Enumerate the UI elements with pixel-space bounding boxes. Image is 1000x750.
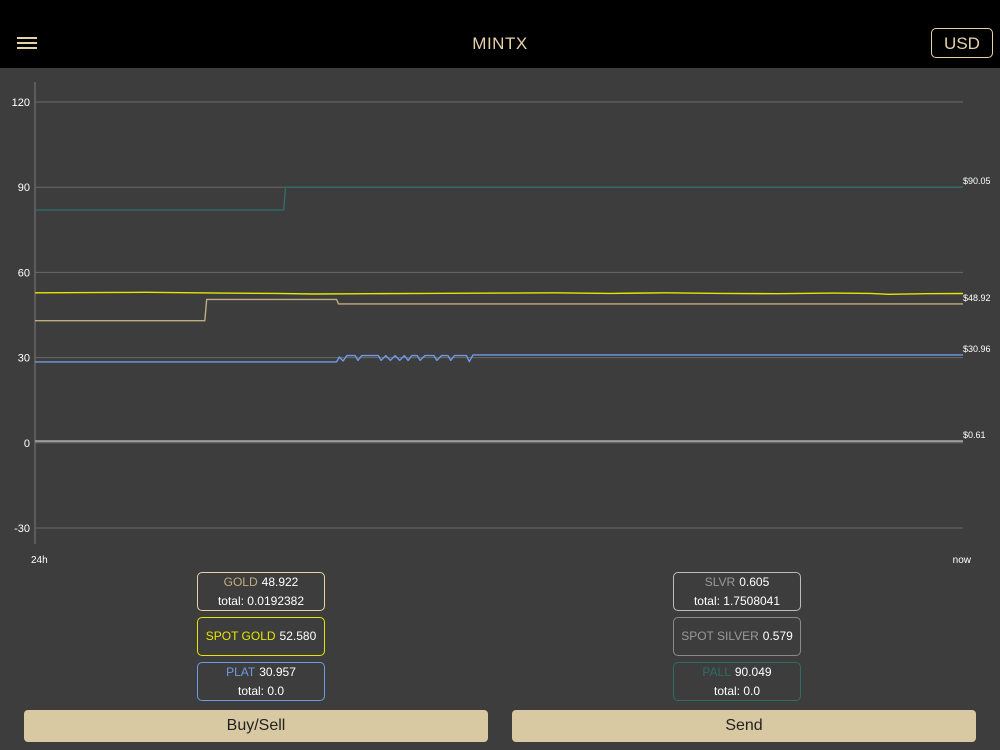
- buy-sell-button[interactable]: Buy/Sell: [24, 710, 488, 742]
- y-tick-label: -30: [14, 523, 30, 535]
- price-chart: -30 0 30 60 90 120 $90.05 $48.92 $30.96 $0.61 24h n…: [12, 82, 991, 566]
- slvr-total: total: 1.7508041: [693, 594, 781, 608]
- pall-total: total: 0.0: [713, 684, 761, 698]
- pall-label: PALL: [702, 665, 731, 679]
- x-tick-label: now: [953, 555, 972, 566]
- y-tick-label: 60: [18, 267, 30, 279]
- app-title: MINTX: [472, 34, 528, 53]
- gold-label: GOLD: [223, 575, 258, 589]
- plat-value: 30.957: [259, 665, 296, 679]
- spot-gold-label: SPOT GOLD: [205, 629, 276, 643]
- series-end-label: $90.05: [963, 176, 991, 186]
- series-end-label: $48.92: [963, 293, 991, 303]
- series-end-label: $30.96: [963, 344, 991, 354]
- plat-label: PLAT: [226, 665, 256, 679]
- spot-silver-value: 0.579: [762, 629, 793, 643]
- y-tick-label: 90: [18, 182, 30, 194]
- series-line: [35, 354, 963, 363]
- spot-silver-label: SPOT SILVER: [681, 629, 759, 643]
- y-tick-label: 30: [18, 353, 30, 365]
- spot-silver-box[interactable]: SPOT SILVER 0.579: [673, 617, 801, 656]
- slvr-label: SLVR: [704, 575, 736, 589]
- y-tick-label: 120: [12, 97, 30, 109]
- plat-total: total: 0.0: [237, 684, 285, 698]
- top-bar: MINTX USD: [0, 0, 1000, 68]
- gold-box[interactable]: GOLD 48.922 total: 0.0192382: [197, 572, 325, 611]
- pall-value: 90.049: [734, 665, 772, 679]
- series-line: [34, 291, 964, 295]
- series-line: [35, 186, 963, 211]
- spot-gold-value: 52.580: [279, 629, 317, 643]
- gold-total: total: 0.0192382: [217, 594, 305, 608]
- y-tick-label: 0: [24, 438, 30, 450]
- series-line: [35, 298, 963, 322]
- pall-box[interactable]: PALL 90.049 total: 0.0: [673, 662, 801, 701]
- currency-button[interactable]: USD: [931, 28, 993, 58]
- send-button[interactable]: Send: [512, 710, 976, 742]
- slvr-value: 0.605: [739, 575, 770, 589]
- plat-box[interactable]: PLAT 30.957 total: 0.0: [197, 662, 325, 701]
- x-tick-label: 24h: [31, 555, 48, 566]
- gold-value: 48.922: [261, 575, 299, 589]
- spot-gold-box[interactable]: SPOT GOLD 52.580: [197, 617, 325, 656]
- slvr-box[interactable]: SLVR 0.605 total: 1.7508041: [673, 572, 801, 611]
- series-end-label: $0.61: [963, 430, 986, 440]
